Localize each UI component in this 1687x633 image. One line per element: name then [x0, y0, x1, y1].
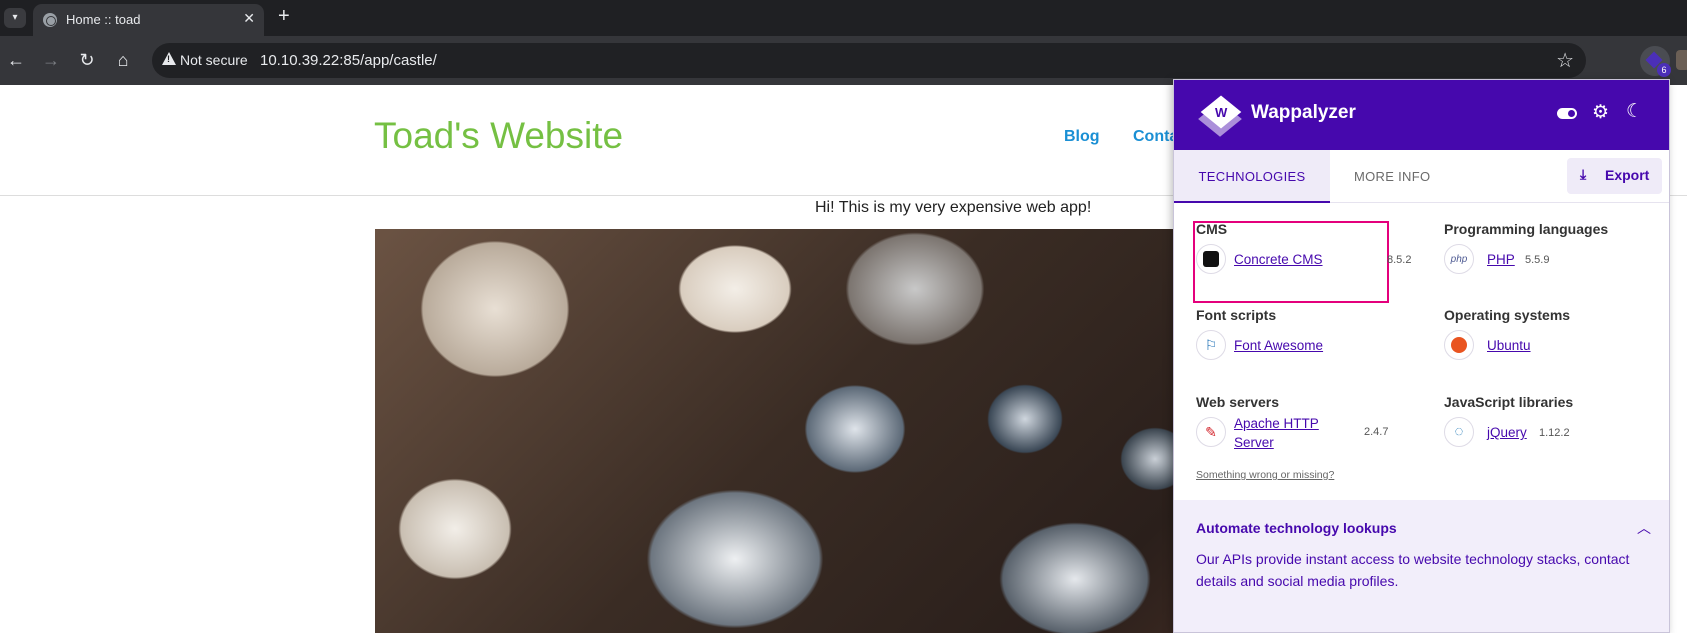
tab-more-info[interactable]: MORE INFO [1330, 150, 1454, 203]
security-label[interactable]: Not secure [180, 52, 248, 68]
globe-icon [43, 13, 57, 27]
wappalyzer-header: W Wappalyzer ⚙ ☾ [1174, 80, 1669, 150]
tech-version-apache: 2.4.7 [1364, 426, 1389, 438]
tech-link-ubuntu[interactable]: Ubuntu [1487, 338, 1531, 353]
tech-version-concrete-cms: 8.5.2 [1387, 254, 1412, 266]
category-title-web-servers: Web servers [1196, 394, 1280, 410]
home-button[interactable]: ⌂ [111, 48, 135, 72]
wappalyzer-tabs: TECHNOLOGIES MORE INFO ⤓ Export [1174, 150, 1669, 203]
tech-link-apache-line1[interactable]: Apache HTTP [1234, 416, 1319, 431]
export-label: Export [1605, 167, 1650, 183]
wappalyzer-extension-button[interactable]: 6 [1640, 46, 1671, 77]
export-button[interactable]: ⤓ Export [1567, 158, 1662, 194]
tab-title: Home :: toad [66, 12, 141, 27]
tab-search-button[interactable]: ▾ [4, 8, 26, 28]
wappalyzer-brand: Wappalyzer [1251, 102, 1356, 123]
back-button[interactable]: ← [4, 48, 28, 72]
site-title[interactable]: Toad's Website [374, 115, 623, 157]
url-text[interactable]: 10.10.39.22:85/app/castle/ [260, 52, 437, 69]
tab-close-icon[interactable]: ✕ [243, 10, 255, 27]
new-tab-button[interactable]: + [278, 5, 290, 28]
address-bar[interactable]: Not secure 10.10.39.22:85/app/castle/ ☆ [152, 43, 1586, 78]
forward-button[interactable]: → [39, 48, 63, 72]
category-title-cms: CMS [1196, 221, 1228, 237]
extension-badge: 6 [1657, 63, 1671, 77]
toggle-icon[interactable] [1557, 108, 1577, 119]
jquery-icon: ◌ [1444, 417, 1474, 447]
moon-icon[interactable]: ☾ [1626, 100, 1643, 123]
reload-button[interactable]: ↻ [75, 48, 99, 72]
concrete-cms-icon [1196, 244, 1226, 274]
warning-icon[interactable] [162, 52, 176, 65]
ubuntu-icon [1444, 330, 1474, 360]
wappalyzer-logo-icon: W [1198, 95, 1244, 137]
gear-icon[interactable]: ⚙ [1592, 101, 1609, 124]
category-title-operating-systems: Operating systems [1444, 307, 1571, 323]
something-wrong-link[interactable]: Something wrong or missing? [1196, 469, 1334, 481]
category-title-font-scripts: Font scripts [1196, 307, 1277, 323]
category-title-programming-languages: Programming languages [1444, 221, 1609, 237]
browser-tab[interactable]: Home :: toad ✕ [33, 4, 264, 36]
tech-link-php[interactable]: PHP [1487, 252, 1515, 267]
browser-tab-bar: ▾ Home :: toad ✕ + [0, 0, 1687, 36]
flag-icon: ⚐ [1196, 330, 1226, 360]
wappalyzer-popup: W Wappalyzer ⚙ ☾ TECHNOLOGIES MORE INFO … [1173, 79, 1670, 633]
download-icon: ⤓ [1580, 166, 1587, 182]
extension-icon[interactable] [1676, 50, 1687, 70]
intro-text: Hi! This is my very expensive web app! [815, 199, 1092, 216]
tech-link-font-awesome[interactable]: Font Awesome [1234, 338, 1323, 353]
tech-version-jquery: 1.12.2 [1539, 427, 1570, 439]
tech-link-jquery[interactable]: jQuery [1487, 425, 1527, 440]
bookmark-star-icon[interactable]: ☆ [1556, 48, 1574, 73]
tech-link-apache-line2[interactable]: Server [1234, 435, 1274, 450]
promo-body: Our APIs provide instant access to websi… [1196, 551, 1630, 589]
php-icon: php [1444, 244, 1474, 274]
nav-link-blog[interactable]: Blog [1064, 128, 1100, 146]
tech-version-php: 5.5.9 [1525, 254, 1550, 266]
tab-technologies[interactable]: TECHNOLOGIES [1174, 150, 1330, 203]
apache-feather-icon: ✎ [1196, 417, 1226, 447]
promo-panel: Automate technology lookups ︿ Our APIs p… [1174, 500, 1669, 632]
promo-title[interactable]: Automate technology lookups [1196, 520, 1397, 536]
category-title-javascript-libraries: JavaScript libraries [1444, 394, 1574, 410]
chevron-up-icon[interactable]: ︿ [1637, 518, 1651, 538]
tech-link-concrete-cms[interactable]: Concrete CMS [1234, 252, 1323, 267]
browser-toolbar: ← → ↻ ⌂ Not secure 10.10.39.22:85/app/ca… [0, 36, 1687, 85]
